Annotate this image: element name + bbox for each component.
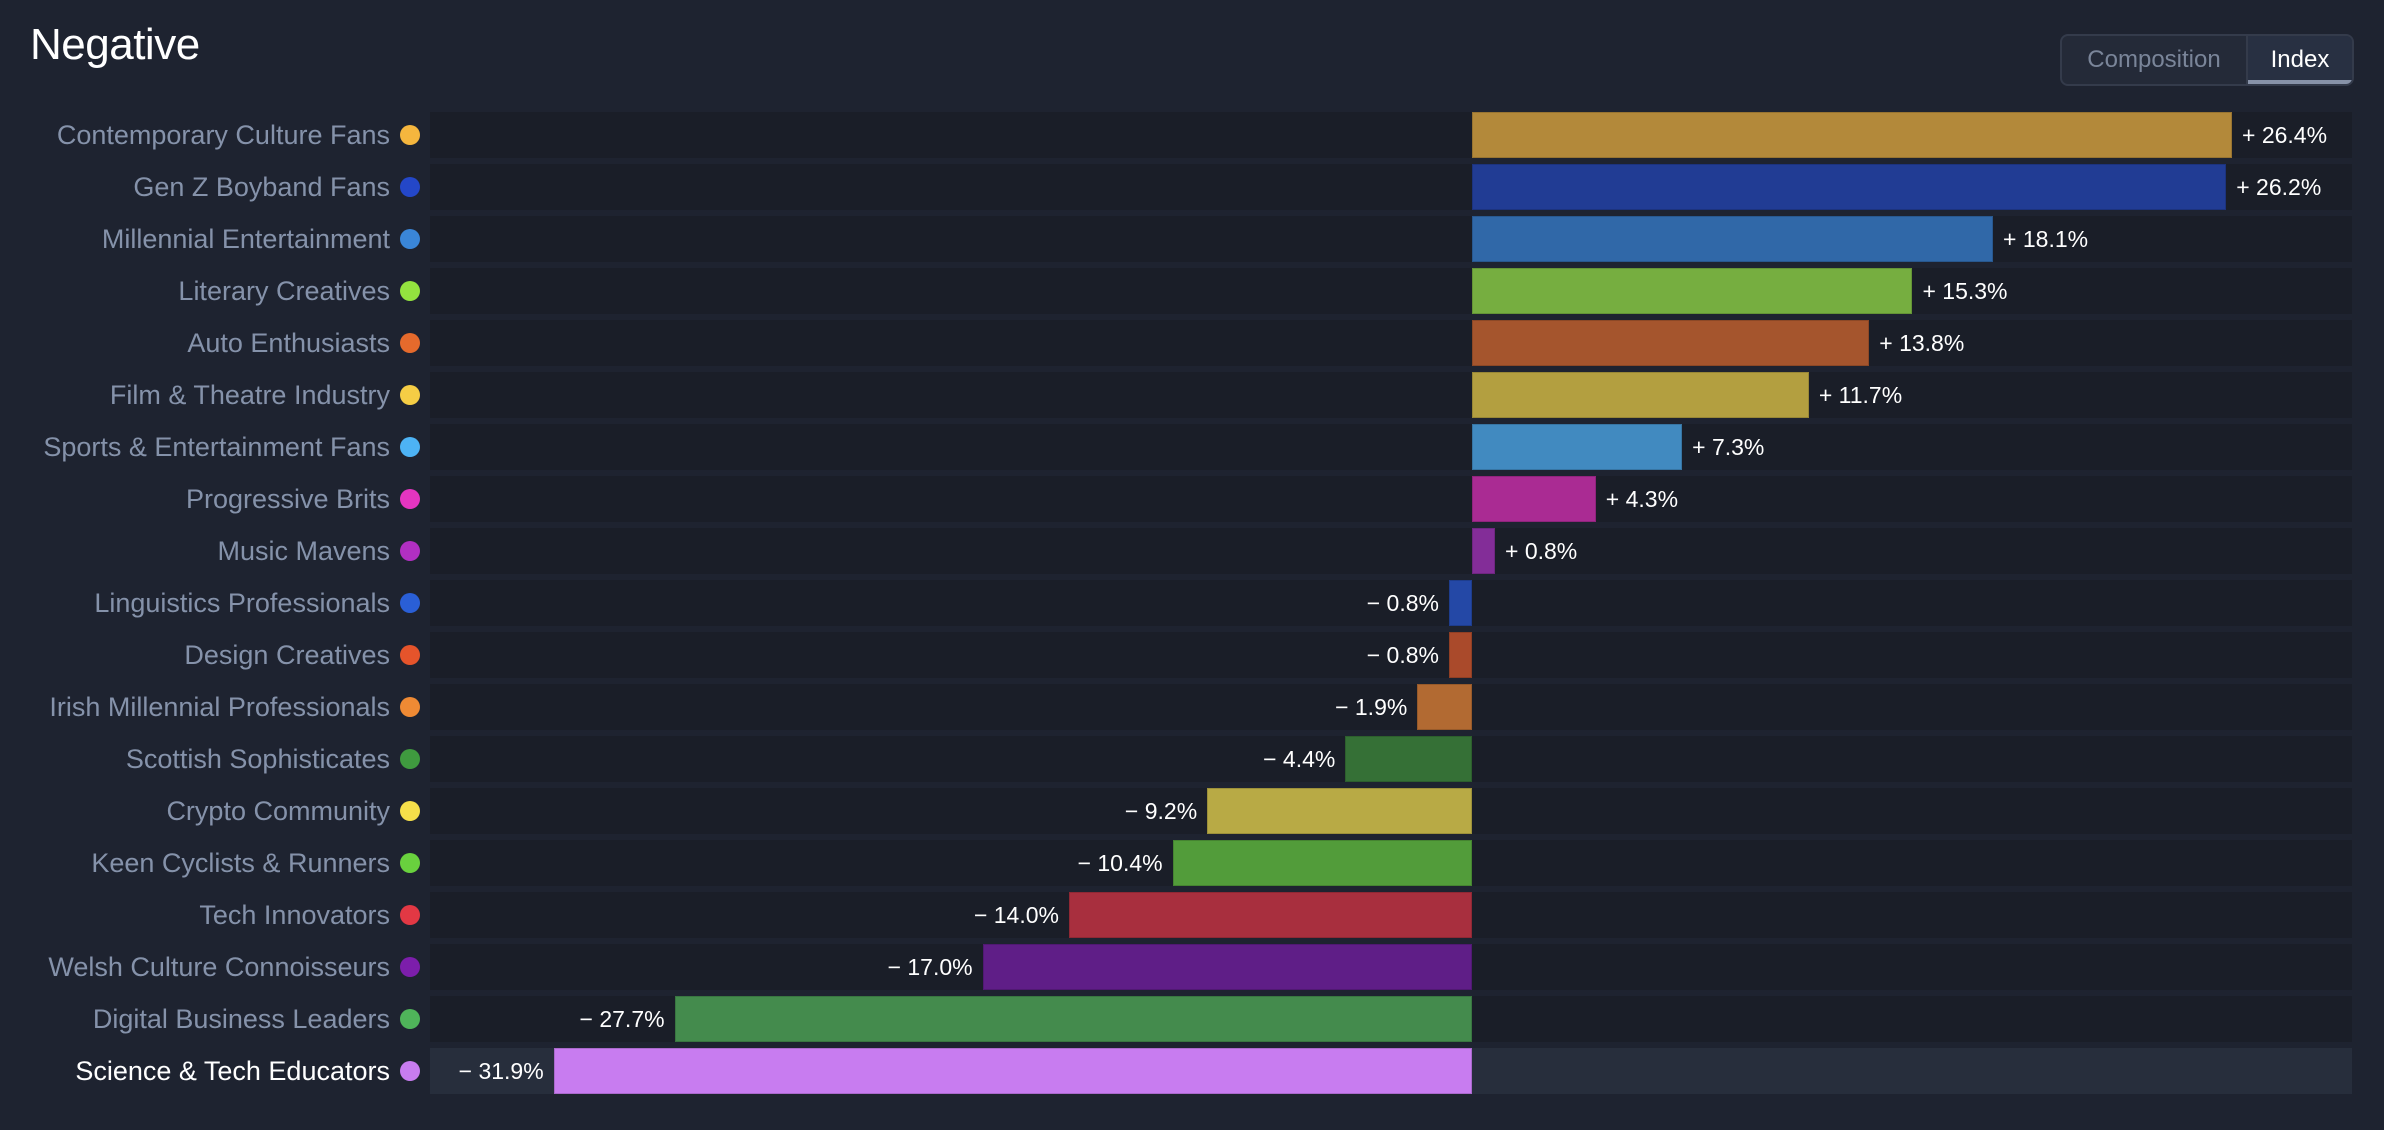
bar[interactable]	[982, 944, 1472, 990]
bar-track[interactable]	[430, 320, 2352, 366]
bar[interactable]	[1172, 840, 1472, 886]
bar[interactable]	[1472, 268, 1913, 314]
legend-dot-icon	[400, 281, 420, 301]
data-label: − 4.4%	[1263, 746, 1336, 772]
category-label[interactable]: Digital Business Leaders	[93, 996, 390, 1042]
bar-track[interactable]	[430, 372, 2352, 418]
bar[interactable]	[1448, 580, 1472, 626]
category-label[interactable]: Tech Innovators	[199, 892, 390, 938]
category-label[interactable]: Design Creatives	[184, 632, 390, 678]
data-label: − 31.9%	[458, 1058, 544, 1084]
legend-dot-icon	[400, 645, 420, 665]
category-label[interactable]: Linguistics Professionals	[94, 580, 390, 626]
data-label: + 26.4%	[2242, 122, 2328, 148]
legend-dot-icon	[400, 801, 420, 821]
data-label: + 11.7%	[1818, 382, 1903, 408]
category-label[interactable]: Science & Tech Educators	[75, 1048, 390, 1094]
legend-dot-icon	[400, 489, 420, 509]
bar[interactable]	[1068, 892, 1472, 938]
legend-dot-icon	[400, 125, 420, 145]
bar-track[interactable]	[430, 268, 2352, 314]
bar-chart: Contemporary Culture Fans + 26.4% Gen Z Bo…	[0, 0, 2384, 1130]
bar-track[interactable]	[430, 528, 2352, 574]
category-label[interactable]: Irish Millennial Professionals	[49, 684, 390, 730]
data-label: − 10.4%	[1077, 850, 1163, 876]
bar[interactable]	[1472, 528, 1496, 574]
bar[interactable]	[1448, 632, 1472, 678]
bar[interactable]	[1472, 424, 1683, 470]
data-label: − 1.9%	[1335, 694, 1408, 720]
data-label: + 0.8%	[1505, 538, 1578, 564]
legend-dot-icon	[400, 749, 420, 769]
category-label[interactable]: Literary Creatives	[178, 268, 390, 314]
bar[interactable]	[1472, 476, 1596, 522]
data-label: − 9.2%	[1124, 798, 1198, 824]
legend-dot-icon	[400, 437, 420, 457]
data-label: + 15.3%	[1922, 278, 2008, 304]
data-label: + 4.3%	[1605, 486, 1679, 512]
data-label: + 7.3%	[1692, 434, 1765, 460]
legend-dot-icon	[400, 541, 420, 561]
legend-dot-icon	[400, 333, 420, 353]
bar[interactable]	[674, 996, 1472, 1042]
legend-dot-icon	[400, 177, 420, 197]
category-label[interactable]: Progressive Brits	[186, 476, 390, 522]
data-label: + 13.8%	[1879, 330, 1965, 356]
bar[interactable]	[1472, 112, 2232, 158]
legend-dot-icon	[400, 1009, 420, 1029]
data-label: + 18.1%	[2003, 226, 2089, 252]
category-label[interactable]: Welsh Culture Connoisseurs	[48, 944, 390, 990]
legend-dot-icon	[400, 385, 420, 405]
bar[interactable]	[1472, 164, 2227, 210]
legend-dot-icon	[400, 957, 420, 977]
category-label[interactable]: Millennial Entertainment	[102, 216, 390, 262]
bar[interactable]	[1472, 372, 1809, 418]
legend-dot-icon	[400, 905, 420, 925]
bar-track[interactable]	[430, 476, 2352, 522]
data-label: − 0.8%	[1366, 642, 1439, 668]
category-label[interactable]: Film & Theatre Industry	[110, 372, 390, 418]
category-label[interactable]: Sports & Entertainment Fans	[43, 424, 390, 470]
bar[interactable]	[553, 1048, 1472, 1094]
bar[interactable]	[1472, 216, 1994, 262]
bar[interactable]	[1472, 320, 1870, 366]
bar[interactable]	[1207, 788, 1472, 834]
data-label: − 27.7%	[579, 1006, 665, 1032]
bar[interactable]	[1417, 684, 1472, 730]
category-label[interactable]: Auto Enthusiasts	[187, 320, 390, 366]
category-label[interactable]: Contemporary Culture Fans	[57, 112, 390, 158]
legend-dot-icon	[400, 853, 420, 873]
legend-dot-icon	[400, 593, 420, 613]
category-label[interactable]: Keen Cyclists & Runners	[91, 840, 390, 886]
bar-track[interactable]	[430, 424, 2352, 470]
data-label: + 26.2%	[2236, 174, 2322, 200]
category-label[interactable]: Music Mavens	[217, 528, 390, 574]
legend-dot-icon	[400, 1061, 420, 1081]
category-label[interactable]: Scottish Sophisticates	[126, 736, 390, 782]
category-label[interactable]: Crypto Community	[166, 788, 390, 834]
legend-dot-icon	[400, 229, 420, 249]
bar[interactable]	[1345, 736, 1472, 782]
category-label[interactable]: Gen Z Boyband Fans	[133, 164, 390, 210]
data-label: − 17.0%	[887, 954, 973, 980]
data-label: − 14.0%	[973, 902, 1059, 928]
data-label: − 0.8%	[1366, 590, 1439, 616]
legend-dot-icon	[400, 697, 420, 717]
